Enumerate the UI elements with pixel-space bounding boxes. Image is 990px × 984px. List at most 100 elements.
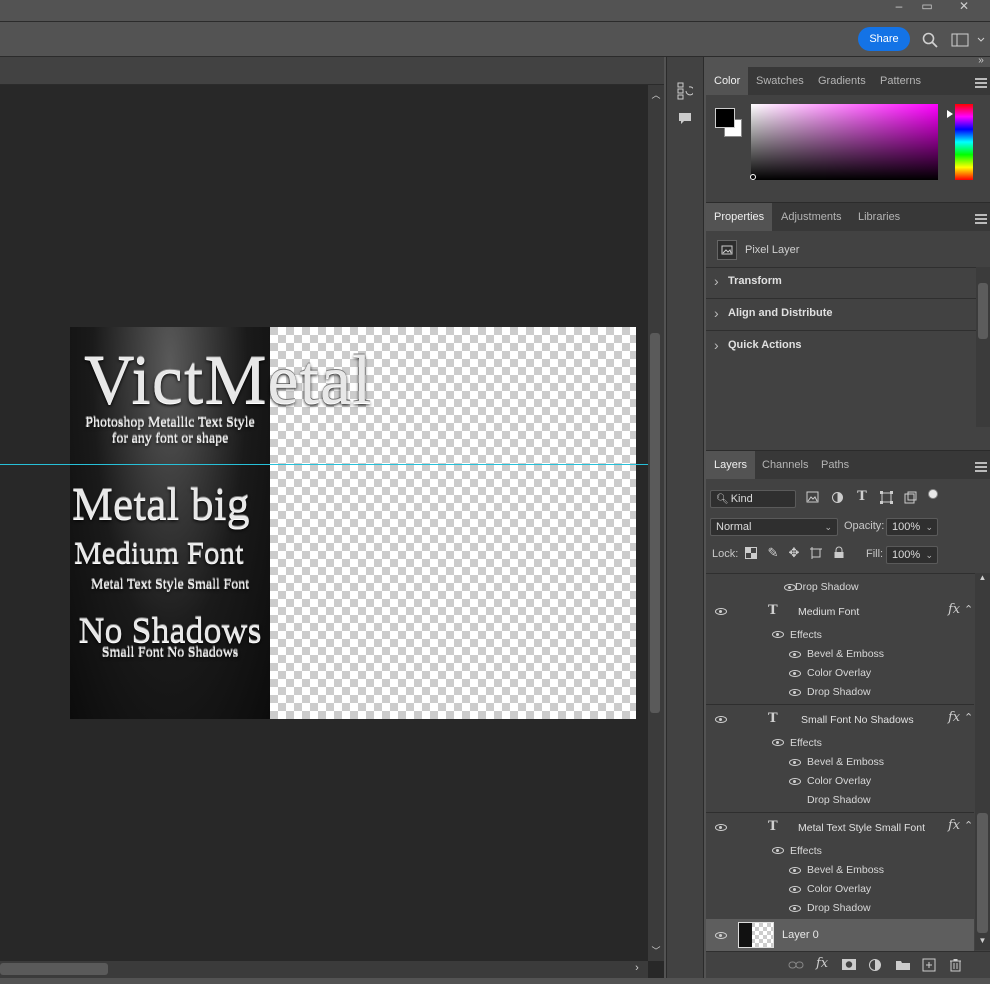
lock-artboard-icon[interactable]: [810, 547, 822, 559]
tab-libraries[interactable]: Libraries: [850, 203, 908, 231]
layer-row[interactable]: T Medium Font fx ⌃ Effects Bevel & Emboss Colo…: [706, 597, 974, 705]
history-icon[interactable]: [677, 82, 695, 100]
hue-slider[interactable]: [955, 104, 973, 180]
chevron-up-icon[interactable]: ⌃: [964, 603, 973, 616]
fill-input[interactable]: 100% ⌄: [886, 546, 938, 564]
scroll-down-icon[interactable]: ▼: [975, 936, 990, 945]
eye-icon[interactable]: [789, 778, 801, 785]
layer-effects-icon[interactable]: fx: [948, 710, 960, 725]
effects-label: Effects: [790, 737, 822, 749]
eye-icon[interactable]: [789, 905, 801, 912]
fill-value: 100%: [892, 549, 921, 561]
tab-paths[interactable]: Paths: [813, 451, 857, 479]
layer-row-layer-0[interactable]: Layer 0: [706, 919, 974, 951]
share-button[interactable]: Share: [858, 27, 910, 51]
guide-line[interactable]: [0, 464, 648, 465]
filter-toggle-icon[interactable]: [928, 489, 938, 499]
panel-menu-icon[interactable]: [975, 462, 987, 472]
chevron-up-icon[interactable]: ⌃: [964, 819, 973, 832]
tab-adjustments[interactable]: Adjustments: [773, 203, 850, 231]
color-picker-cursor[interactable]: [750, 174, 756, 180]
filter-pixel-icon[interactable]: [805, 491, 819, 505]
pixel-layer-icon: [717, 240, 737, 260]
search-icon[interactable]: [922, 32, 938, 48]
canvas[interactable]: VictMetal Photoshop Metallic Text Style …: [70, 327, 636, 719]
scroll-up-icon[interactable]: ▲: [975, 573, 990, 582]
lock-transparency-icon[interactable]: [745, 547, 757, 559]
tab-swatches[interactable]: Swatches: [748, 67, 812, 95]
eye-icon[interactable]: [715, 716, 727, 723]
tab-layers[interactable]: Layers: [706, 451, 756, 479]
effect-label: Drop Shadow: [795, 581, 859, 593]
type-layer-icon: T: [768, 603, 778, 618]
lock-position-icon[interactable]: ✥: [787, 545, 801, 561]
layer-effects-icon[interactable]: fx: [948, 602, 960, 617]
align-distribute-section[interactable]: Align and Distribute: [706, 299, 976, 331]
eye-icon[interactable]: [715, 608, 727, 615]
eye-icon[interactable]: [772, 739, 784, 746]
lock-all-icon[interactable]: [833, 546, 845, 559]
eye-icon[interactable]: [789, 689, 801, 696]
eye-icon[interactable]: [715, 932, 727, 939]
delete-layer-icon[interactable]: [949, 958, 962, 972]
opacity-input[interactable]: 100% ⌄: [886, 518, 938, 536]
scroll-down-icon[interactable]: ﹀: [648, 944, 664, 957]
panel-menu-icon[interactable]: [975, 214, 987, 224]
panel-menu-icon[interactable]: [975, 78, 987, 88]
add-layer-style-icon[interactable]: fx: [816, 956, 828, 971]
scroll-right-icon[interactable]: ›: [630, 962, 644, 974]
filter-shape-icon[interactable]: [879, 491, 893, 505]
eye-icon[interactable]: [789, 886, 801, 893]
color-field[interactable]: [751, 104, 938, 180]
chevron-up-icon[interactable]: ⌃: [964, 711, 973, 724]
layer-effects-icon[interactable]: fx: [948, 818, 960, 833]
search-icon: 🔍︎: [716, 494, 729, 505]
add-mask-icon[interactable]: [841, 958, 857, 971]
quick-actions-section[interactable]: Quick Actions: [706, 331, 976, 363]
expand-right-icon[interactable]: »: [974, 55, 988, 66]
eye-icon[interactable]: [789, 867, 801, 874]
tab-color[interactable]: Color: [706, 67, 749, 95]
layers-scroll-thumb[interactable]: [977, 813, 988, 933]
layer-row[interactable]: T Small Font No Shadows fx ⌃ Effects Bevel & …: [706, 705, 974, 813]
eye-icon[interactable]: [772, 847, 784, 854]
chevron-down-icon: ⌄: [925, 522, 933, 532]
eye-icon[interactable]: [789, 670, 801, 677]
horizontal-scroll-thumb[interactable]: [0, 963, 108, 975]
minimize-icon[interactable]: –: [884, 0, 914, 12]
eye-icon[interactable]: [789, 651, 801, 658]
eye-icon[interactable]: [772, 631, 784, 638]
blend-mode-select[interactable]: Normal ⌄: [710, 518, 838, 536]
tab-gradients[interactable]: Gradients: [810, 67, 874, 95]
properties-scroll-thumb[interactable]: [978, 283, 988, 339]
comment-icon[interactable]: [678, 111, 692, 125]
filter-smartobject-icon[interactable]: [903, 491, 917, 505]
layer-filter-select[interactable]: 🔍︎ Kind: [710, 490, 796, 508]
maximize-icon[interactable]: ▭: [912, 0, 942, 12]
eye-icon[interactable]: [784, 584, 796, 591]
adjustment-layer-icon[interactable]: [868, 958, 882, 972]
eye-icon[interactable]: [715, 824, 727, 831]
tab-channels[interactable]: Channels: [754, 451, 816, 479]
fill-label: Fill:: [866, 548, 884, 560]
lock-pixels-icon[interactable]: ✎: [766, 545, 780, 561]
tab-properties[interactable]: Properties: [706, 203, 773, 231]
vertical-scroll-thumb[interactable]: [650, 333, 660, 713]
close-icon[interactable]: ✕: [949, 0, 979, 12]
tab-patterns[interactable]: Patterns: [872, 67, 929, 95]
new-layer-icon[interactable]: [922, 958, 936, 972]
filter-type-icon[interactable]: T: [855, 489, 869, 504]
foreground-color-swatch[interactable]: [715, 108, 735, 128]
eye-icon[interactable]: [789, 759, 801, 766]
layer-row[interactable]: T Metal Text Style Small Font fx ⌃ Effects Be…: [706, 813, 974, 919]
scroll-up-icon[interactable]: ︿: [648, 88, 664, 101]
link-layers-icon[interactable]: [788, 959, 804, 971]
transform-section[interactable]: Transform: [706, 267, 976, 299]
new-group-icon[interactable]: [895, 959, 911, 971]
workspace-icon[interactable]: [951, 33, 987, 47]
effects-label: Effects: [790, 845, 822, 857]
hue-slider-handle[interactable]: [947, 110, 953, 118]
filter-adjustment-icon[interactable]: [830, 491, 844, 505]
effect-label: Drop Shadow: [807, 902, 871, 914]
effect-label: Color Overlay: [807, 883, 872, 895]
